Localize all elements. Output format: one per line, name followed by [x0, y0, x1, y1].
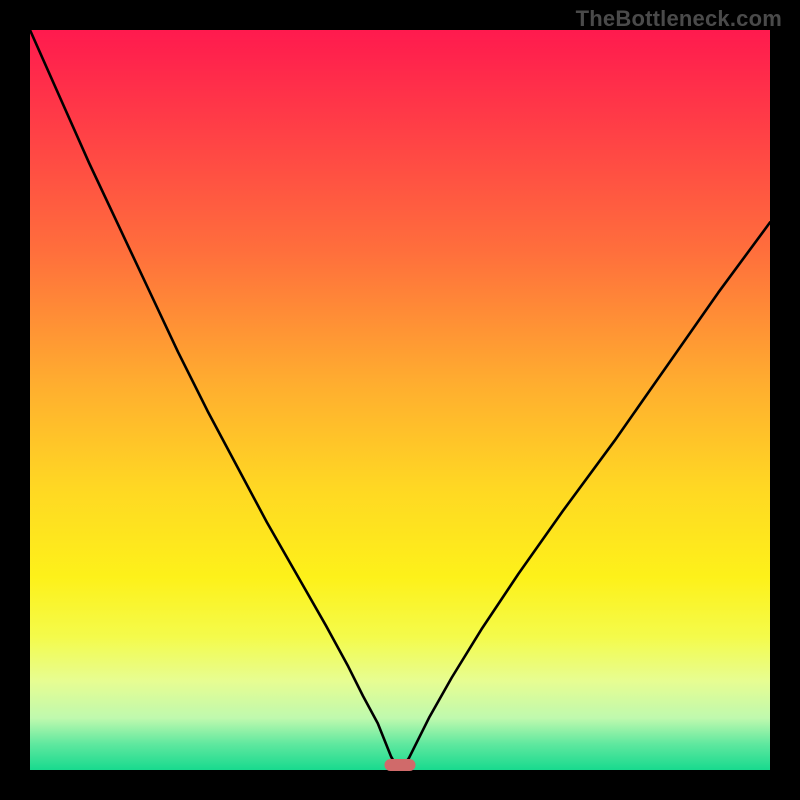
watermark-text: TheBottleneck.com — [576, 6, 782, 32]
optimal-range-marker — [384, 759, 415, 771]
plot-background — [30, 30, 770, 770]
chart-frame: TheBottleneck.com — [0, 0, 800, 800]
bottleneck-chart — [0, 0, 800, 800]
